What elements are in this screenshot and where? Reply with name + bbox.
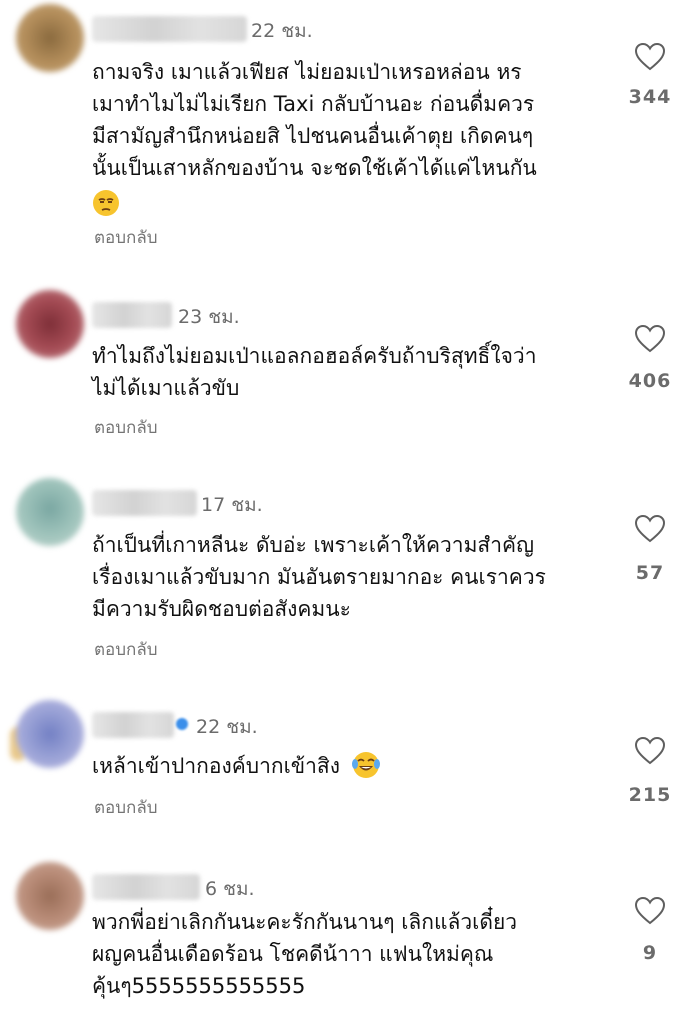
comment-timestamp: 17 ชม. xyxy=(201,494,263,516)
reply-button[interactable]: ตอบกลับ xyxy=(94,224,158,251)
comment-line: เหล้าเข้าปากองค์บากเข้าสิง xyxy=(92,754,340,778)
comment-line: ทำไมถึงไม่ยอมเป่าแอลกอฮอล์ครับถ้าบริสุทธ… xyxy=(92,344,537,368)
reply-button[interactable]: ตอบกลับ xyxy=(94,414,158,441)
comment-line: พวกพี่อย่าเลิกกันนะคะรักกันนานๆ เลิกแล้ว… xyxy=(92,910,518,934)
username-blurred[interactable] xyxy=(92,16,247,42)
comment-line: มีสามัญสำนึกหน่อยสิ ไปชนคนอื่นเค้าตุย เก… xyxy=(92,124,534,148)
avatar[interactable] xyxy=(16,478,84,546)
face-with-tears-of-joy-emoji-icon xyxy=(351,752,380,778)
heart-outline-icon[interactable] xyxy=(634,324,666,354)
comment-text: เหล้าเข้าปากองค์บากเข้าสิง xyxy=(92,750,381,782)
comment-text: ทำไมถึงไม่ยอมเป่าแอลกอฮอล์ครับถ้าบริสุทธ… xyxy=(92,340,537,404)
comment-text: ถ้าเป็นที่เกาหลีนะ ดับอ่ะ เพราะเค้าให้คว… xyxy=(92,529,546,625)
like-count: 406 xyxy=(628,370,672,392)
comment-line: นั้นเป็นเสาหลักของบ้าน จะชดใช้เค้าได้แค่… xyxy=(92,156,537,180)
avatar[interactable] xyxy=(16,4,84,72)
comment-item: 6 ชม. พวกพี่อย่าเลิกกันนะคะรักกันนานๆ เล… xyxy=(0,862,700,1015)
comment-line: เรื่องเมาแล้วขับมาก มันอันตรายมากอะ คนเร… xyxy=(92,565,546,589)
comment-item: 22 ชม. เหล้าเข้าปากองค์บากเข้าสิง ตอบกลั… xyxy=(0,700,700,830)
comment-line: ไม่ได้เมาแล้วขับ xyxy=(92,376,240,400)
avatar[interactable] xyxy=(16,700,84,768)
avatar[interactable] xyxy=(16,290,84,358)
comment-text: พวกพี่อย่าเลิกกันนะคะรักกันนานๆ เลิกแล้ว… xyxy=(92,906,517,1002)
heart-outline-icon[interactable] xyxy=(634,896,666,926)
like-count: 215 xyxy=(628,784,672,806)
comment-line: คุ้นๆ5555555555555 xyxy=(92,974,306,998)
comment-timestamp: 22 ชม. xyxy=(251,20,313,42)
comment-item: 17 ชม. ถ้าเป็นที่เกาหลีนะ ดับอ่ะ เพราะเค… xyxy=(0,478,700,668)
comment-line: ถ้าเป็นที่เกาหลีนะ ดับอ่ะ เพราะเค้าให้คว… xyxy=(92,533,534,557)
comment-timestamp: 23 ชม. xyxy=(178,306,240,328)
avatar[interactable] xyxy=(16,862,84,930)
comment-text: ถามจริง เมาแล้วเฟียส ไม่ยอมเป่าเหรอหล่อน… xyxy=(92,56,537,224)
username-blurred[interactable] xyxy=(92,874,200,900)
username-blurred[interactable] xyxy=(92,490,197,516)
comment-timestamp: 6 ชม. xyxy=(205,878,255,900)
username-blurred[interactable] xyxy=(92,712,174,738)
like-count: 57 xyxy=(635,562,665,584)
like-count: 344 xyxy=(628,86,672,108)
heart-outline-icon[interactable] xyxy=(634,736,666,766)
comment-item: 23 ชม. ทำไมถึงไม่ยอมเป่าแอลกอฮอล์ครับถ้า… xyxy=(0,290,700,450)
comment-line: ถามจริง เมาแล้วเฟียส ไม่ยอมเป่าเหรอหล่อน… xyxy=(92,60,522,84)
comment-item: 22 ชม. ถามจริง เมาแล้วเฟียส ไม่ยอมเป่าเห… xyxy=(0,0,700,260)
unamused-face-emoji-icon xyxy=(93,190,119,216)
heart-outline-icon[interactable] xyxy=(634,42,666,72)
comment-line: เมาทำไมไม่ไม่เรียก Taxi กลับบ้านอะ ก่อนด… xyxy=(92,92,535,116)
comment-line: ผญคนอื่นเดือดร้อน โชคดีน้าาา แฟนใหม่คุณ xyxy=(92,942,494,966)
comment-timestamp: 22 ชม. xyxy=(196,716,258,738)
reply-button[interactable]: ตอบกลับ xyxy=(94,636,158,663)
verified-badge-icon xyxy=(176,718,188,730)
heart-outline-icon[interactable] xyxy=(634,514,666,544)
like-count: 9 xyxy=(642,942,658,964)
comment-line: มีความรับผิดชอบต่อสังคมนะ xyxy=(92,597,351,621)
username-blurred[interactable] xyxy=(92,302,172,328)
reply-button[interactable]: ตอบกลับ xyxy=(94,794,158,821)
